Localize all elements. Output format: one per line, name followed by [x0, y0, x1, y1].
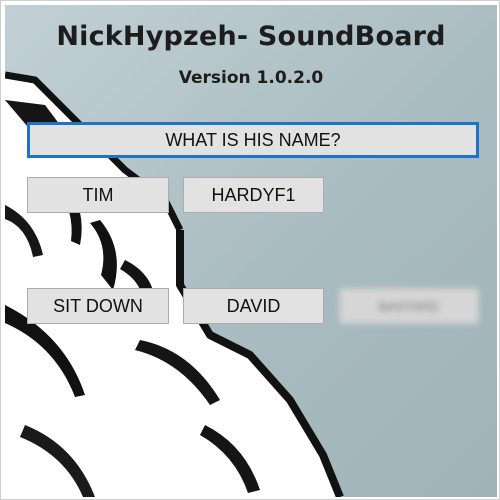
david-button[interactable]: DAVID — [183, 288, 324, 324]
app-version: Version 1.0.2.0 — [178, 68, 324, 88]
window-frame: NickHypzeh- SoundBoard Version 1.0.2.0 W… — [0, 0, 500, 500]
what-is-his-name-button[interactable]: WHAT IS HIS NAME? — [27, 122, 479, 158]
tim-button[interactable]: TIM — [27, 177, 169, 213]
soundboard-window: NickHypzeh- SoundBoard Version 1.0.2.0 W… — [5, 5, 497, 497]
censored-button[interactable]: BASTARD — [339, 288, 479, 324]
hardyf1-button[interactable]: HARDYF1 — [183, 177, 324, 213]
sit-down-button[interactable]: SIT DOWN — [27, 288, 169, 324]
app-title: NickHypzeh- SoundBoard — [56, 21, 446, 52]
